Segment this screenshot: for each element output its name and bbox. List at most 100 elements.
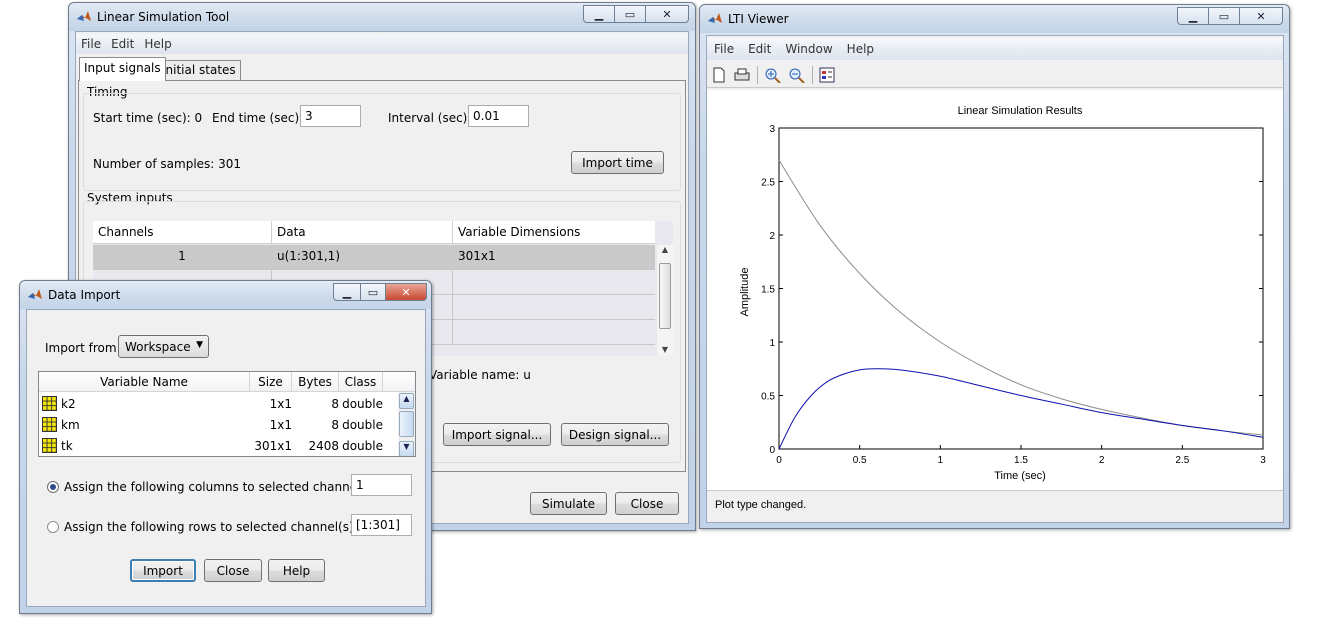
y-tick-label: 1 [769,338,775,349]
y-tick-label: 0 [769,445,775,456]
lti-menubar: File Edit Window Help [707,38,1283,60]
menu-help[interactable]: Help [840,42,881,56]
import-signal-button[interactable]: Import signal... [443,423,551,446]
tab-initial-states[interactable]: Initial states [157,60,241,80]
assign-rows-field[interactable]: [1:301] [351,514,412,536]
scroll-down-icon[interactable]: ▼ [657,345,673,354]
column-header[interactable]: Variable Name [39,372,250,391]
lti-statusbar: Plot type changed. [707,490,1283,522]
import-time-button[interactable]: Import time [571,151,664,174]
variables-scrollbar[interactable]: ▲ ▼ [398,392,415,456]
maximize-button[interactable]: ▭ [1208,7,1240,25]
menu-file[interactable]: File [707,42,741,56]
data-import-titlebar[interactable]: Data Import ▁ ▭ ✕ [20,281,431,309]
x-tick-label: 1 [938,455,944,466]
menu-edit[interactable]: Edit [741,42,778,56]
scroll-up-icon[interactable]: ▲ [657,245,673,254]
end-time-label: End time (sec): [212,111,304,125]
variable-name: k2 [61,396,76,411]
assign-columns-label: Assign the following columns to selected… [64,480,381,494]
assign-columns-radio[interactable] [47,481,59,493]
variable-name-label: Variable name: u [429,368,531,382]
start-time-label: Start time (sec): 0 [93,111,203,125]
end-time-field[interactable]: 3 [300,105,361,127]
close-window-button[interactable]: ✕ [1239,7,1283,25]
assign-rows-label: Assign the following rows to selected ch… [64,520,358,534]
lst-titlebar[interactable]: Linear Simulation Tool ▁ ▭ ✕ [69,3,695,31]
variables-table-header: Variable Name Size Bytes Class [39,372,415,392]
minimize-button[interactable]: ▁ [583,5,615,23]
table-scrollbar[interactable]: ▲ ▼ [657,245,673,356]
variable-bytes: 8 [331,417,339,432]
linear-simulation-chart[interactable]: Linear Simulation Results Amplitude Time… [707,90,1283,490]
y-tick-label: 1.5 [761,285,775,296]
column-header[interactable]: Channels [93,221,272,243]
minimize-button[interactable]: ▁ [333,283,361,301]
lst-close-button[interactable]: Close [615,492,679,515]
table-cell: 301x1 [458,249,496,263]
assign-columns-field[interactable]: 1 [351,474,412,496]
close-window-button[interactable]: ✕ [385,283,427,301]
list-item[interactable]: k2 1x1 8 double [39,393,398,414]
lst-title: Linear Simulation Tool [97,10,230,24]
column-header[interactable]: Data [272,221,453,243]
maximize-button[interactable]: ▭ [614,5,646,23]
variable-size: 1x1 [269,396,292,411]
table-cell: u(1:301,1) [272,245,453,269]
new-icon[interactable] [711,67,727,83]
variables-table: Variable Name Size Bytes Class k2 1x1 8 dou… [38,371,416,457]
design-signal-button[interactable]: Design signal... [561,423,669,446]
variable-grid-icon [42,417,57,432]
zoom-in-icon[interactable] [764,67,782,83]
column-header[interactable]: Bytes [292,372,339,391]
tab-initial-states-label: Initial states [162,63,236,77]
x-tick-label: 3 [1260,455,1266,466]
scroll-thumb[interactable] [399,411,414,437]
plot-config-icon[interactable] [819,67,835,83]
close-window-button[interactable]: ✕ [645,5,689,23]
minimize-button[interactable]: ▁ [1177,7,1209,25]
simulate-button[interactable]: Simulate [530,492,607,515]
status-text: Plot type changed. [715,499,807,511]
column-header[interactable]: Size [250,372,292,391]
list-item[interactable]: km 1x1 8 double [39,414,398,435]
lti-toolbar [707,62,1283,88]
assign-rows-radio[interactable] [47,521,59,533]
import-from-dropdown[interactable]: Workspace ▼ [118,335,209,358]
maximize-button[interactable]: ▭ [360,283,386,301]
zoom-out-icon[interactable] [788,67,806,83]
interval-field[interactable]: 0.01 [468,105,529,127]
samples-label: Number of samples: 301 [93,157,242,171]
tab-input-signals-label: Input signals [84,61,161,75]
column-header[interactable]: Class [339,372,383,391]
menu-edit[interactable]: Edit [106,37,139,51]
menu-file[interactable]: File [76,37,106,51]
plot-area [778,127,1264,450]
chart-xlabel: Time (sec) [994,470,1046,482]
column-header[interactable]: Variable Dimensions [453,221,655,243]
help-button[interactable]: Help [268,559,325,582]
variable-size: 1x1 [269,417,292,432]
scroll-up-icon[interactable]: ▲ [399,393,414,409]
scroll-down-icon[interactable]: ▼ [399,441,414,456]
variable-bytes: 2408 [308,438,339,453]
import-button[interactable]: Import [130,559,196,582]
variable-class: double [342,396,383,411]
import-from-label: Import from: [45,341,121,355]
variable-size: 301x1 [254,438,292,453]
matlab-logo-icon [708,13,722,23]
scroll-thumb[interactable] [659,263,671,329]
menu-window[interactable]: Window [778,42,839,56]
timing-group [83,93,681,191]
menu-help[interactable]: Help [139,37,176,51]
x-tick-label: 0 [776,455,782,466]
variable-name: tk [61,438,73,453]
lti-titlebar[interactable]: LTI Viewer ▁ ▭ ✕ [700,5,1289,33]
data-import-window: Data Import ▁ ▭ ✕ Import from: Workspace… [19,280,432,614]
data-import-close-button[interactable]: Close [204,559,262,582]
tab-input-signals[interactable]: Input signals [79,57,166,81]
channels-table-header: Channels Data Variable Dimensions [93,221,655,244]
print-icon[interactable] [733,67,751,83]
table-row[interactable]: 1 u(1:301,1) 301x1 [93,245,655,270]
list-item[interactable]: tk 301x1 2408 double [39,435,398,456]
